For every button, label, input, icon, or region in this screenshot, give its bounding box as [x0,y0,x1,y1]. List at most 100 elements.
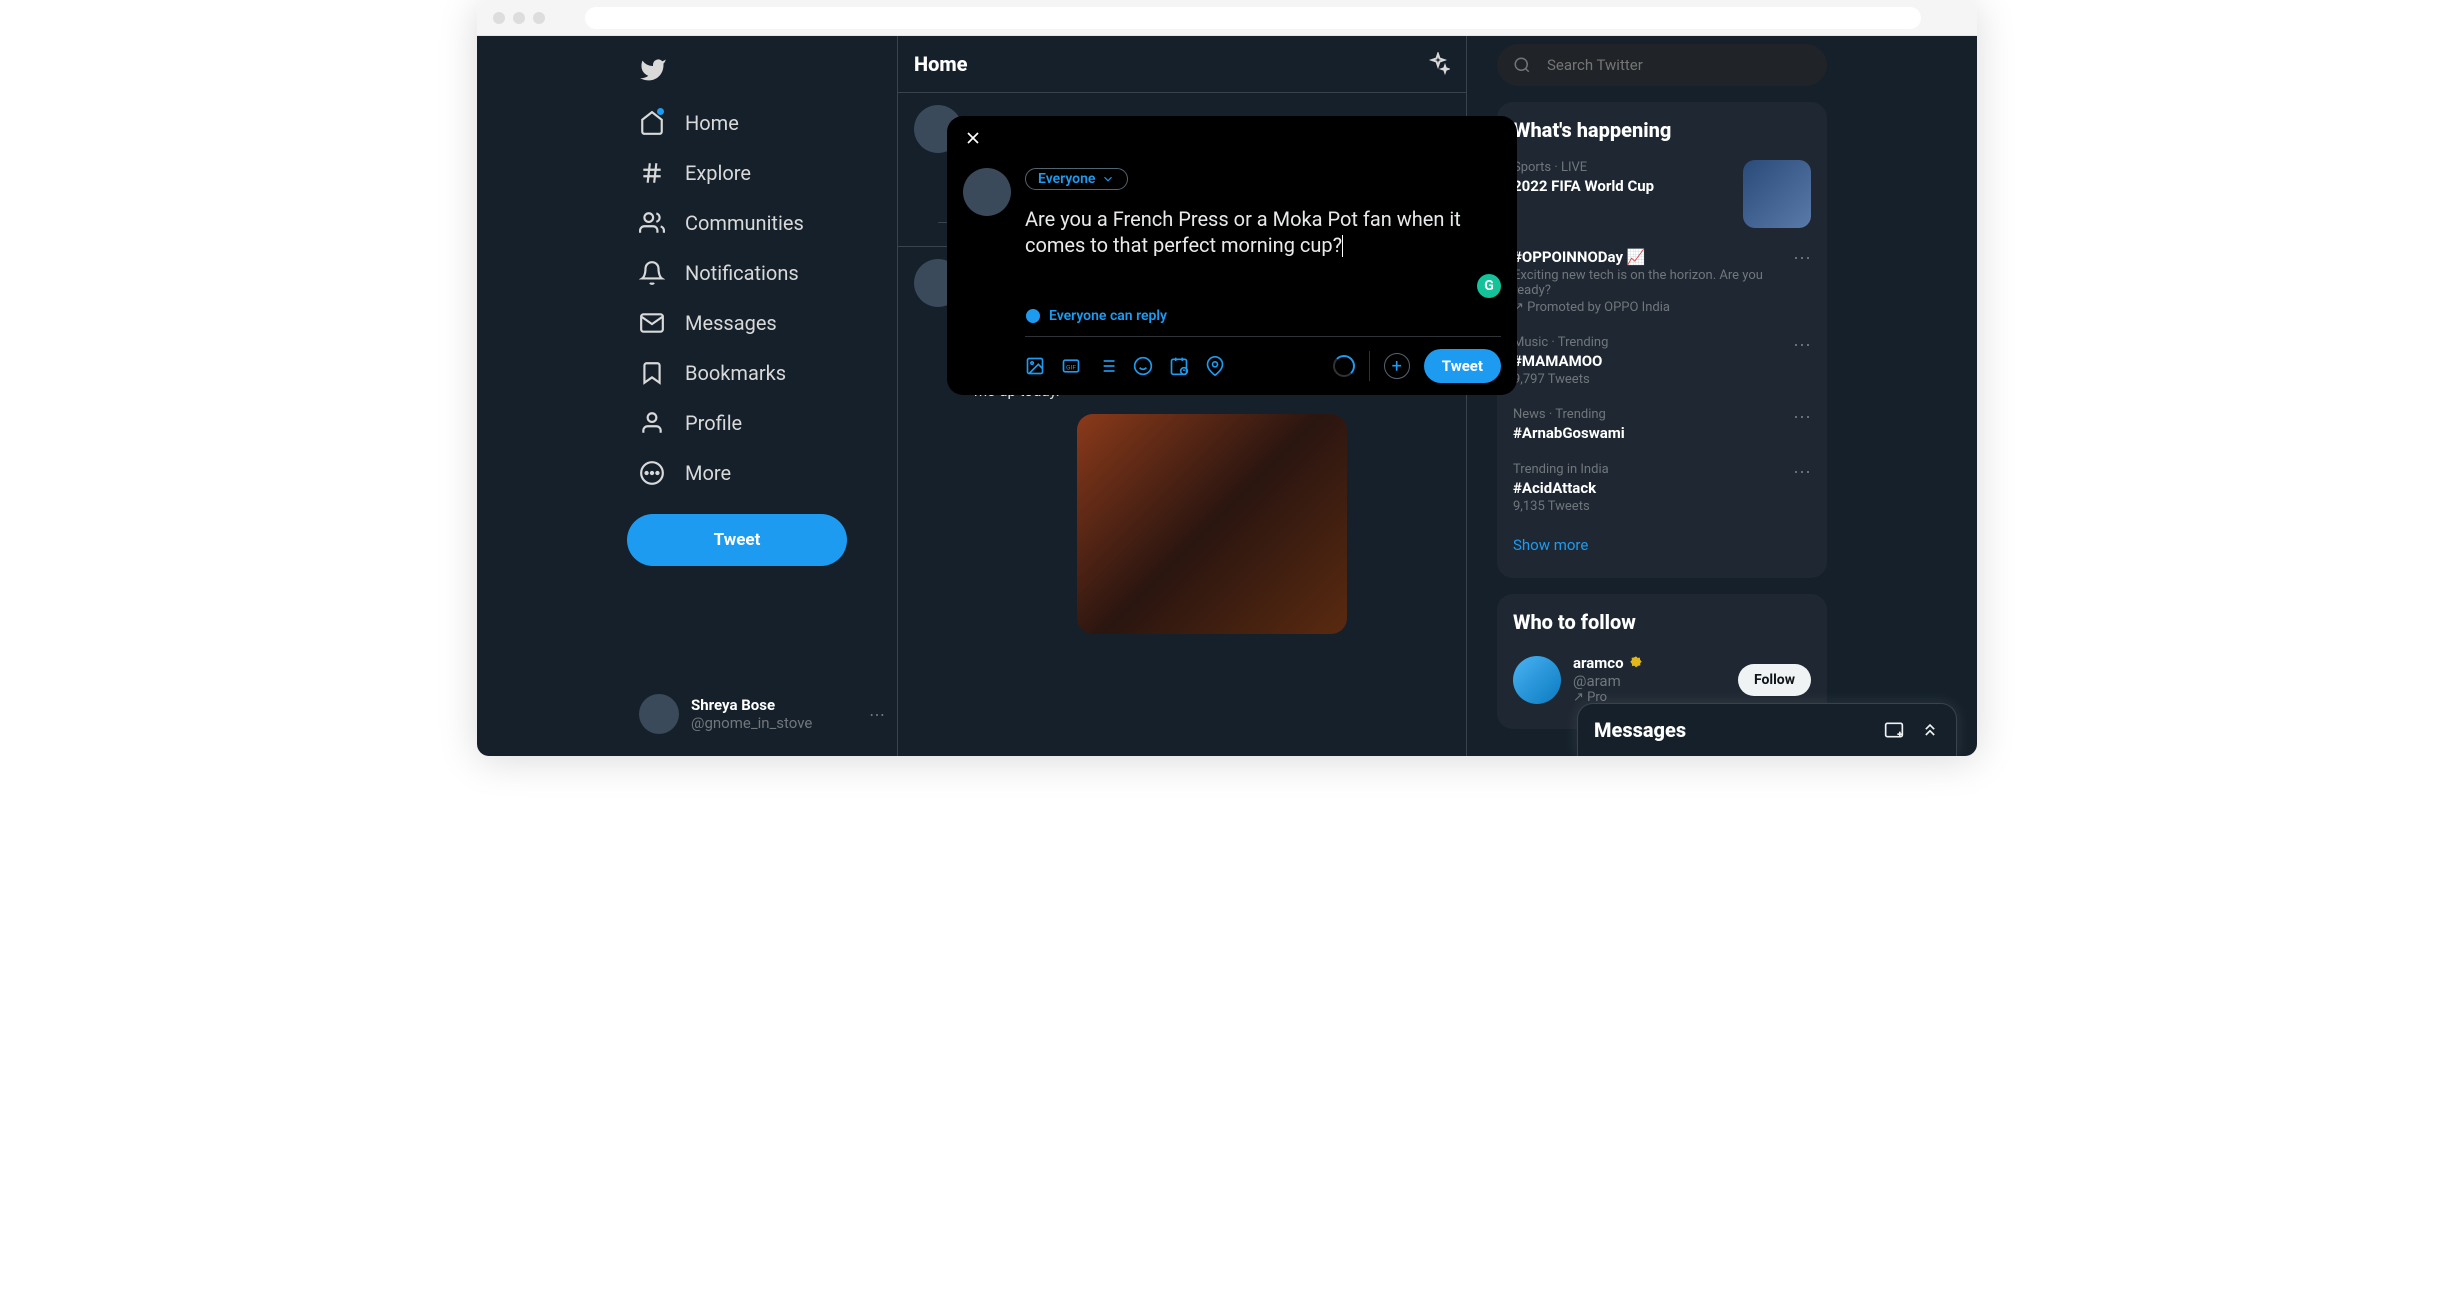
feed-post-media[interactable] [1077,414,1347,634]
add-thread-button[interactable]: + [1384,353,1410,379]
search-input[interactable] [1547,56,1811,74]
sparkle-icon[interactable] [1426,52,1450,76]
new-message-icon[interactable] [1884,720,1904,740]
follow-handle: @aram [1573,672,1726,690]
follow-avatar [1513,656,1561,704]
follow-button[interactable]: Follow [1738,664,1811,696]
trend-meta: Sports · LIVE [1513,160,1654,175]
trend-item[interactable]: Music · Trending #MAMAMOO 9,797 Tweets ⋯ [1497,325,1827,397]
url-bar[interactable] [585,7,1921,29]
more-icon[interactable]: ⋯ [1793,248,1811,269]
trend-count: 9,797 Tweets [1513,372,1608,387]
emoji-icon[interactable] [1133,356,1153,376]
whats-happening-title: What's happening [1497,114,1827,150]
main-header: Home [898,36,1466,92]
close-icon[interactable] [963,128,983,148]
user-card[interactable]: Shreya Bose @gnome_in_stove ⋯ [627,682,897,746]
twitter-logo[interactable] [627,46,897,98]
trend-thumbnail [1743,160,1811,228]
nav-home[interactable]: Home [627,98,897,148]
user-handle: @gnome_in_stove [691,714,812,732]
nav-bookmarks[interactable]: Bookmarks [627,348,897,398]
trend-item[interactable]: News · Trending #ArnabGoswami ⋯ [1497,397,1827,452]
trend-title: #OPPOINNODay 📈 [1513,248,1793,266]
messages-drawer[interactable]: Messages [1577,703,1957,756]
nav-more-label: More [685,461,731,485]
image-icon[interactable] [1025,356,1045,376]
location-icon[interactable] [1205,356,1225,376]
globe-icon [1025,308,1041,324]
reply-setting-label: Everyone can reply [1049,308,1167,324]
schedule-icon[interactable] [1169,356,1189,376]
nav-more[interactable]: More [627,448,897,498]
nav-bookmarks-label: Bookmarks [685,361,786,385]
grammarly-icon[interactable]: G [1477,274,1501,298]
right-column: What's happening Sports · LIVE 2022 FIFA… [1467,36,1977,756]
compose-toolbar: GIF + Tweet [1025,336,1501,383]
trend-item[interactable]: Trending in India #AcidAttack 9,135 Twee… [1497,452,1827,524]
nav-profile-label: Profile [685,411,742,435]
compose-modal: Everyone Are you a French Press or a Mok… [947,116,1517,395]
show-more-link[interactable]: Show more [1497,524,1827,566]
nav-explore[interactable]: Explore [627,148,897,198]
sidebar-tweet-button[interactable]: Tweet [627,514,847,566]
trend-meta: News · Trending [1513,407,1625,422]
nav-profile[interactable]: Profile [627,398,897,448]
whats-happening-widget: What's happening Sports · LIVE 2022 FIFA… [1497,102,1827,578]
search-box[interactable] [1497,44,1827,86]
nav-home-label: Home [685,111,739,135]
app-root: Home Explore Communities Notifications M… [477,36,1977,756]
browser-header [477,0,1977,36]
traffic-lights [493,12,545,24]
trend-title: #MAMAMOO [1513,352,1608,370]
more-icon[interactable]: ⋯ [1793,335,1811,356]
trend-meta: Music · Trending [1513,335,1608,350]
search-icon [1513,56,1531,74]
notification-dot [657,108,664,115]
trend-title: #AcidAttack [1513,479,1609,497]
gif-icon[interactable]: GIF [1061,356,1081,376]
user-avatar [639,694,679,734]
browser-frame: Home Explore Communities Notifications M… [477,0,1977,756]
sidebar: Home Explore Communities Notifications M… [477,36,897,756]
expand-icon[interactable] [1920,720,1940,740]
divider [1369,351,1370,381]
more-icon[interactable]: ⋯ [1793,462,1811,483]
verified-icon [1628,655,1644,671]
follow-name: aramco [1573,654,1726,672]
trend-title: #ArnabGoswami [1513,424,1625,442]
traffic-light-maximize[interactable] [533,12,545,24]
audience-selector[interactable]: Everyone [1025,168,1128,190]
compose-textarea[interactable]: Are you a French Press or a Moka Pot fan… [1025,206,1501,258]
nav-explore-label: Explore [685,161,751,185]
nav-messages-label: Messages [685,311,777,335]
trend-count: 9,135 Tweets [1513,499,1609,514]
nav-communities[interactable]: Communities [627,198,897,248]
trend-meta: Trending in India [1513,462,1609,477]
chevron-down-icon [1101,172,1115,186]
traffic-light-close[interactable] [493,12,505,24]
compose-text-content: Are you a French Press or a Moka Pot fan… [1025,207,1461,257]
page-title: Home [914,52,968,76]
character-counter [1333,355,1355,377]
trend-item[interactable]: #OPPOINNODay 📈 Exciting new tech is on t… [1497,238,1827,325]
more-icon[interactable]: ⋯ [1793,407,1811,428]
more-icon[interactable]: ⋯ [869,705,885,724]
traffic-light-minimize[interactable] [513,12,525,24]
user-info: Shreya Bose @gnome_in_stove [691,696,812,732]
compose-tweet-button[interactable]: Tweet [1424,349,1501,383]
user-name: Shreya Bose [691,696,812,714]
text-cursor [1342,235,1343,257]
who-to-follow-title: Who to follow [1497,606,1827,642]
trend-promoted: ↗ Promoted by OPPO India [1513,300,1793,315]
poll-icon[interactable] [1097,356,1117,376]
trend-title: 2022 FIFA World Cup [1513,177,1654,195]
svg-text:GIF: GIF [1066,363,1076,371]
compose-avatar [963,168,1011,216]
nav-messages[interactable]: Messages [627,298,897,348]
trend-item[interactable]: Sports · LIVE 2022 FIFA World Cup [1497,150,1827,238]
trend-sub: Exciting new tech is on the horizon. Are… [1513,268,1793,298]
audience-label: Everyone [1038,171,1095,187]
nav-notifications[interactable]: Notifications [627,248,897,298]
reply-setting[interactable]: Everyone can reply [1025,308,1501,336]
